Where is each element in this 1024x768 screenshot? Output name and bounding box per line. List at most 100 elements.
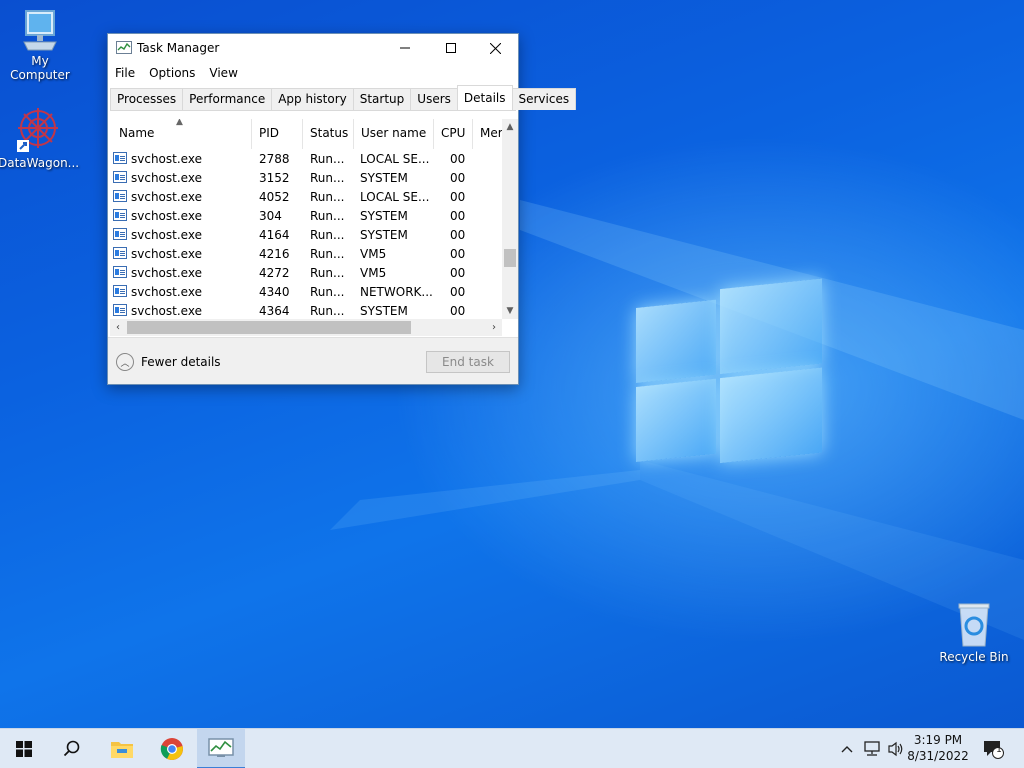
chevron-up-icon xyxy=(841,746,853,753)
table-row[interactable]: svchost.exe 4364 Run... SYSTEM 00 xyxy=(110,301,502,319)
menu-view[interactable]: View xyxy=(202,64,244,84)
computer-icon xyxy=(23,10,57,51)
windows-start-icon xyxy=(16,741,32,757)
action-center-button[interactable]: 1 xyxy=(980,729,1006,768)
process-icon xyxy=(113,247,127,259)
sort-ascending-icon: ▲ xyxy=(176,119,183,127)
chevron-up-icon: ︿ xyxy=(116,353,134,371)
taskbar-clock[interactable]: 3:19 PM 8/31/2022 xyxy=(900,732,976,764)
table-row[interactable]: svchost.exe 2788 Run... LOCAL SE... 00 xyxy=(110,149,502,168)
vertical-scrollbar[interactable]: ▲ ▼ xyxy=(502,119,518,319)
column-header-cpu[interactable]: CPU xyxy=(435,119,473,149)
cell-name: svchost.exe xyxy=(131,190,202,204)
tab-startup[interactable]: Startup xyxy=(352,88,412,110)
tab-processes[interactable]: Processes xyxy=(110,88,184,110)
desktop-icon-my-computer[interactable]: My Computer xyxy=(0,8,80,82)
menu-options[interactable]: Options xyxy=(142,64,202,84)
show-hidden-icons-button[interactable] xyxy=(838,729,856,768)
cell-cpu: 00 xyxy=(450,228,466,242)
cell-name: svchost.exe xyxy=(131,285,202,299)
cell-status: Run... xyxy=(310,152,345,166)
end-task-button[interactable]: End task xyxy=(426,351,510,373)
cell-name: svchost.exe xyxy=(131,304,202,318)
desktop-icon-label: Recycle Bin xyxy=(939,650,1009,664)
process-icon xyxy=(113,285,127,297)
search-icon xyxy=(63,740,80,757)
task-manager-icon xyxy=(116,41,132,54)
table-row[interactable]: svchost.exe 304 Run... SYSTEM 00 xyxy=(110,206,502,225)
search-button[interactable] xyxy=(48,729,96,768)
process-icon xyxy=(113,190,127,202)
cell-user-name: SYSTEM xyxy=(360,209,408,223)
table-row[interactable]: svchost.exe 4164 Run... SYSTEM 00 xyxy=(110,225,502,244)
cell-user-name: SYSTEM xyxy=(360,171,408,185)
process-icon xyxy=(113,304,127,316)
maximize-icon xyxy=(446,43,456,53)
cell-user-name: SYSTEM xyxy=(360,304,408,318)
fewer-details-button[interactable]: ︿ Fewer details xyxy=(116,353,221,371)
taskbar-chrome[interactable] xyxy=(148,729,196,768)
maximize-button[interactable] xyxy=(428,34,474,62)
cell-user-name: NETWORK... xyxy=(360,285,433,299)
title-bar[interactable]: Task Manager xyxy=(108,34,518,62)
window-title: Task Manager xyxy=(137,41,220,55)
column-header-memory[interactable]: Mer xyxy=(474,119,502,149)
start-button[interactable] xyxy=(0,729,48,768)
cell-status: Run... xyxy=(310,190,345,204)
cell-user-name: VM5 xyxy=(360,266,387,280)
horizontal-scroll-thumb[interactable] xyxy=(127,321,411,334)
scroll-up-icon[interactable]: ▲ xyxy=(502,119,518,135)
table-row[interactable]: svchost.exe 4340 Run... NETWORK... 00 xyxy=(110,282,502,301)
taskbar-task-manager[interactable] xyxy=(197,729,245,768)
cell-pid: 4364 xyxy=(259,304,290,318)
chrome-icon xyxy=(160,738,183,760)
task-manager-window[interactable]: Task Manager File Options View Processes… xyxy=(107,33,577,385)
column-header-status[interactable]: Status xyxy=(304,119,354,149)
process-icon xyxy=(113,209,127,221)
scroll-down-icon[interactable]: ▼ xyxy=(502,303,518,319)
cell-pid: 304 xyxy=(259,209,282,223)
table-row[interactable]: svchost.exe 4052 Run... LOCAL SE... 00 xyxy=(110,187,502,206)
scroll-right-icon[interactable]: › xyxy=(486,319,502,336)
tab-services[interactable]: Services xyxy=(511,88,577,110)
network-icon xyxy=(864,741,880,756)
desktop-icon-recycle-bin[interactable]: Recycle Bin xyxy=(934,602,1014,664)
tab-app-history[interactable]: App history xyxy=(271,88,354,110)
cell-name: svchost.exe xyxy=(131,171,202,185)
cell-cpu: 00 xyxy=(450,304,466,318)
cell-name: svchost.exe xyxy=(131,266,202,280)
network-tray-button[interactable] xyxy=(861,729,883,768)
column-header-user-name[interactable]: User name xyxy=(355,119,434,149)
table-row[interactable]: svchost.exe 4272 Run... VM5 00 xyxy=(110,263,502,282)
cell-status: Run... xyxy=(310,228,345,242)
cell-status: Run... xyxy=(310,209,345,223)
cell-status: Run... xyxy=(310,266,345,280)
cell-pid: 3152 xyxy=(259,171,290,185)
column-header-name[interactable]: ▲ Name xyxy=(110,119,252,149)
horizontal-scrollbar[interactable]: ‹ › xyxy=(110,319,502,336)
close-button[interactable] xyxy=(472,34,518,62)
menu-file[interactable]: File xyxy=(108,64,142,84)
cell-user-name: SYSTEM xyxy=(360,228,408,242)
table-row[interactable]: svchost.exe 4216 Run... VM5 00 xyxy=(110,244,502,263)
cell-cpu: 00 xyxy=(450,266,466,280)
taskbar-file-explorer[interactable] xyxy=(98,729,146,768)
menu-bar: File Options View xyxy=(108,64,245,84)
table-row[interactable]: svchost.exe 3152 Run... SYSTEM 00 xyxy=(110,168,502,187)
scroll-left-icon[interactable]: ‹ xyxy=(110,319,126,336)
tab-performance[interactable]: Performance xyxy=(182,88,273,110)
tab-users[interactable]: Users xyxy=(410,88,458,110)
column-header-pid[interactable]: PID xyxy=(253,119,303,149)
cell-name: svchost.exe xyxy=(131,228,202,242)
cell-status: Run... xyxy=(310,285,345,299)
datawagon-app-icon xyxy=(17,108,58,152)
cell-pid: 2788 xyxy=(259,152,290,166)
desktop-icon-datawagon[interactable]: DataWagon... xyxy=(0,106,79,170)
task-manager-icon xyxy=(208,738,234,757)
minimize-button[interactable] xyxy=(382,34,428,62)
tab-details[interactable]: Details xyxy=(456,85,513,110)
taskbar: 3:19 PM 8/31/2022 1 xyxy=(0,728,1024,768)
cell-status: Run... xyxy=(310,304,345,318)
recycle-bin-icon xyxy=(958,603,990,647)
vertical-scroll-thumb[interactable] xyxy=(504,249,516,267)
